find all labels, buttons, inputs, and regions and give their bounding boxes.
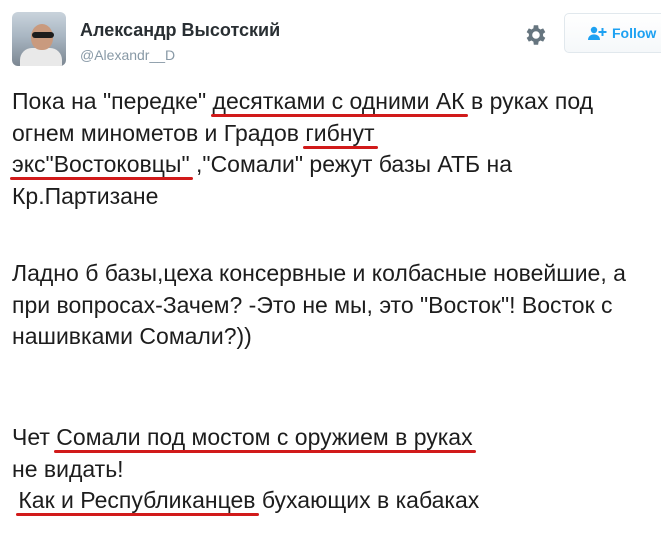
display-name[interactable]: Александр Высотский	[80, 20, 280, 41]
user-plus-icon	[588, 26, 607, 40]
avatar[interactable]	[12, 12, 66, 66]
text-segment: не видать!	[12, 455, 124, 482]
underlined-phrase: десятками с одними АК	[212, 88, 465, 114]
tweet-header: Александр Высотский @Alexandr__D Follow	[0, 0, 661, 80]
underlined-phrase: экс"Востоковцы"	[12, 151, 190, 177]
text-segment: бухающих в кабаках	[255, 487, 480, 513]
follow-button[interactable]: Follow	[564, 13, 661, 53]
follow-label: Follow	[612, 25, 657, 41]
avatar-glasses	[32, 32, 54, 38]
underlined-phrase: гибнут	[305, 119, 375, 146]
text-segment: Пока на "передке"	[12, 88, 213, 114]
underlined-phrase: Сомали под мостом с оружием в руках	[56, 424, 473, 450]
gear-icon[interactable]	[522, 22, 548, 48]
avatar-shirt	[20, 48, 62, 66]
underlined-phrase: Как и Республиканцев	[18, 487, 256, 513]
tweet-paragraph-1: Пока на "передке" десятками с одними АК …	[12, 86, 657, 212]
text-segment: Чет	[12, 424, 57, 450]
user-handle[interactable]: @Alexandr__D	[80, 47, 175, 63]
tweet-paragraph-3: Чет Сомали под мостом с оружием в руках …	[12, 422, 479, 517]
tweet-paragraph-2: Ладно б базы,цеха консервные и колбасные…	[12, 260, 626, 349]
